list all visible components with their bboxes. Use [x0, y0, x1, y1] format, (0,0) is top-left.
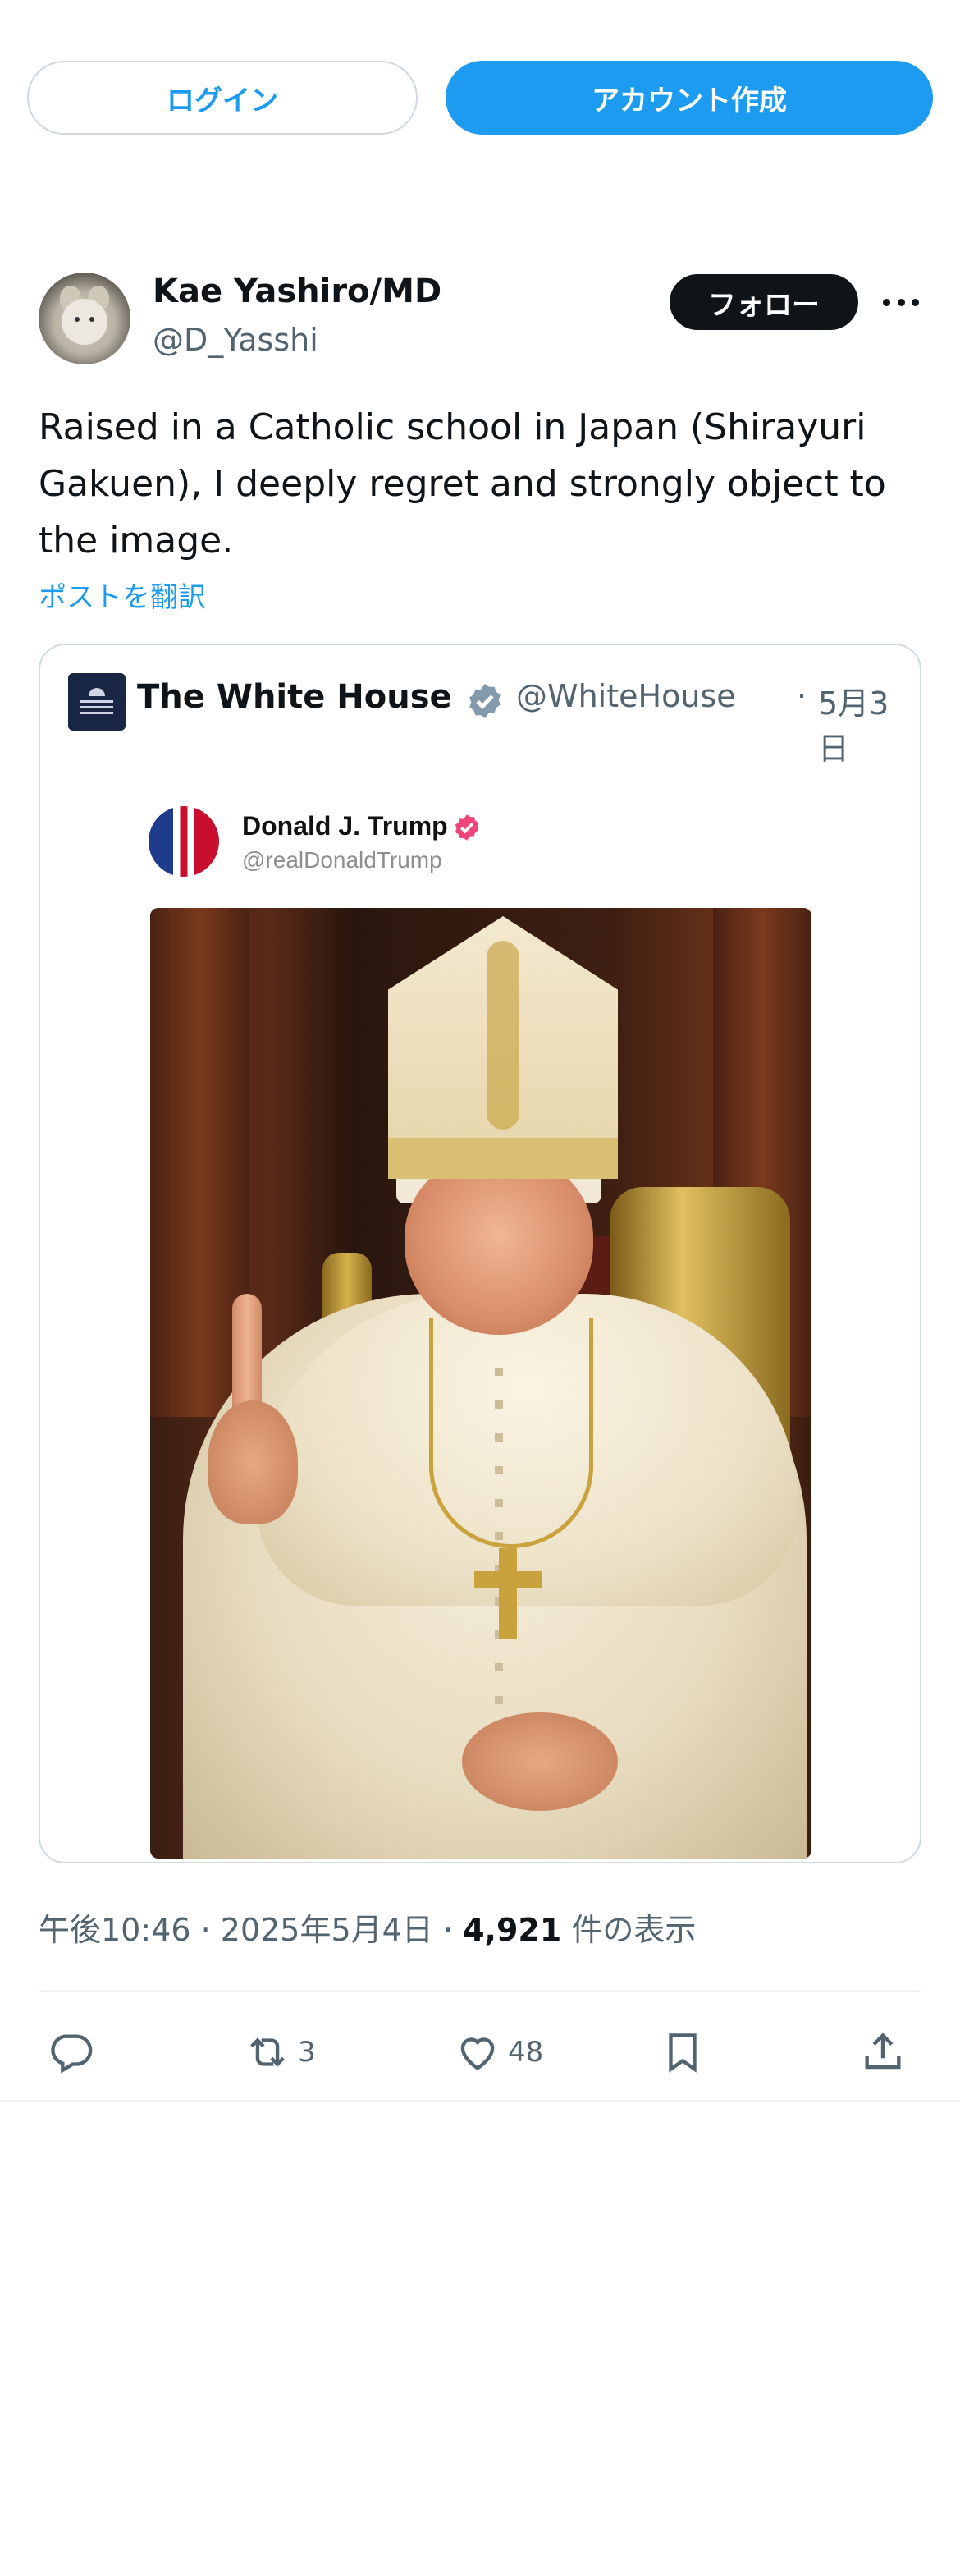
share-button[interactable] — [859, 2019, 907, 2085]
pope-image[interactable] — [150, 908, 811, 1859]
reply-icon — [51, 2034, 93, 2074]
retweet-count: 3 — [298, 2036, 316, 2069]
bookmark-button[interactable] — [659, 2019, 706, 2085]
view-count: 4,921 — [463, 1912, 562, 1948]
verified-badge-icon — [469, 684, 501, 718]
white-house-avatar — [68, 673, 126, 731]
inner-post-handle: @realDonaldTrump — [242, 847, 442, 873]
quoted-date: 5月3日 — [818, 685, 889, 767]
tweet-text: Raised in a Catholic school in Japan (Sh… — [39, 406, 886, 561]
tweet-time[interactable]: 午後10:46 — [39, 1912, 191, 1948]
signup-button[interactable]: アカウント作成 — [446, 61, 933, 135]
like-count: 48 — [508, 2036, 544, 2069]
quoted-separator: · — [797, 678, 807, 714]
retweet-icon — [250, 2037, 285, 2067]
quoted-author-handle: @WhiteHouse — [516, 678, 736, 714]
more-options-icon[interactable] — [878, 286, 924, 319]
author-name[interactable]: Kae Yashiro/MD — [153, 273, 441, 310]
bookmark-icon — [669, 2033, 697, 2073]
inner-post-avatar — [149, 806, 219, 877]
author-handle[interactable]: @D_Yasshi — [153, 322, 318, 358]
quoted-tweet[interactable]: The White House @WhiteHouse · 5月3日 Donal… — [39, 644, 921, 1863]
action-bar: 3 48 — [39, 2019, 921, 2085]
tweet-date[interactable]: 2025年5月4日 — [221, 1912, 433, 1948]
share-icon — [865, 2033, 901, 2070]
quoted-author-name: The White House — [137, 678, 452, 716]
retweet-button[interactable]: 3 — [244, 2019, 316, 2085]
bottom-divider — [0, 2100, 960, 2102]
tweet-meta: 午後10:46 · 2025年5月4日 · 4,921 件の表示 — [39, 1912, 697, 1948]
inner-post-header: Donald J. Trump @realDonaldTrump — [149, 806, 559, 880]
top-bar: ログイン アカウント作成 — [0, 0, 960, 197]
login-button[interactable]: ログイン — [27, 61, 418, 135]
like-button[interactable]: 48 — [454, 2019, 543, 2085]
view-count-label: 件の表示 — [571, 1912, 697, 1948]
author-avatar[interactable] — [39, 273, 130, 364]
reply-button[interactable] — [47, 2019, 94, 2085]
pink-verified-badge-icon — [455, 814, 479, 841]
follow-button[interactable]: フォロー — [670, 274, 858, 330]
divider — [39, 1990, 921, 1992]
heart-icon — [460, 2037, 495, 2070]
inner-post-name: Donald J. Trump — [242, 811, 448, 841]
translate-link[interactable]: ポストを翻訳 — [39, 575, 206, 615]
